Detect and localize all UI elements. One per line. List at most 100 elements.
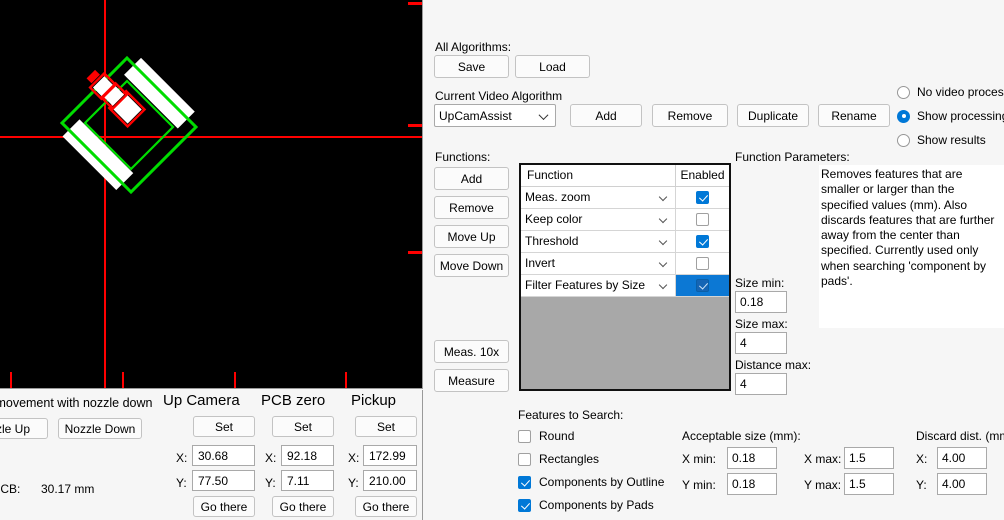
function-name-select[interactable]: Meas. zoom — [521, 187, 676, 208]
checkbox-round[interactable]: Round — [518, 429, 574, 443]
chevron-down-icon — [660, 194, 668, 202]
rename-algorithm-button[interactable]: Rename — [818, 104, 890, 127]
remove-function-button[interactable]: Remove — [434, 196, 509, 219]
add-algorithm-button[interactable]: Add — [570, 104, 642, 127]
up-camera-go-there-button[interactable]: Go there — [193, 496, 255, 517]
discard-x-field[interactable]: 4.00 — [937, 447, 987, 469]
radio-label: Show processing — [917, 109, 1004, 123]
x-min-label: X min: — [682, 452, 717, 466]
radio-show-processing[interactable]: Show processing — [897, 109, 1004, 123]
checkbox-rectangles[interactable]: Rectangles — [518, 452, 599, 466]
pcb-zero-set-button[interactable]: Set — [272, 416, 334, 437]
meas-10x-button[interactable]: Meas. 10x — [434, 340, 509, 363]
function-name-select[interactable]: Keep color — [521, 209, 676, 230]
radio-indicator — [897, 109, 910, 123]
remove-algorithm-button[interactable]: Remove — [652, 104, 728, 127]
pcb-zero-column-title: PCB zero — [261, 392, 326, 409]
up-camera-y-label: Y: — [176, 476, 187, 490]
size-min-field[interactable]: 0.18 — [735, 291, 787, 313]
function-name-select[interactable]: Invert — [521, 253, 676, 274]
table-row[interactable]: Keep color — [521, 209, 729, 231]
pcb-zero-x-field[interactable]: 92.18 — [281, 445, 334, 466]
radio-show-results[interactable]: Show results — [897, 133, 986, 147]
pickup-set-button[interactable]: Set — [355, 416, 417, 437]
functions-grid[interactable]: Function Enabled Meas. zoom Keep color T… — [519, 163, 731, 391]
function-enabled-cell[interactable] — [676, 209, 729, 230]
function-name-value: Threshold — [525, 234, 579, 248]
pickup-go-there-button[interactable]: Go there — [355, 496, 417, 517]
y-min-field[interactable]: 0.18 — [727, 473, 777, 495]
camera-panel — [0, 0, 423, 389]
up-camera-set-button[interactable]: Set — [193, 416, 255, 437]
measure-button[interactable]: Measure — [434, 369, 509, 392]
features-to-search-label: Features to Search: — [518, 408, 624, 422]
checkbox-label: Round — [539, 429, 575, 443]
ruler-tick-right — [408, 2, 422, 5]
table-row-selected[interactable]: Filter Features by Size — [521, 275, 729, 297]
discard-x-label: X: — [916, 452, 928, 466]
checkbox-components-by-outline[interactable]: Components by Outline — [518, 475, 664, 489]
add-function-button[interactable]: Add — [434, 167, 509, 190]
function-enabled-checkbox[interactable] — [696, 257, 709, 270]
table-row[interactable]: Meas. zoom — [521, 187, 729, 209]
current-video-algorithm-select[interactable]: UpCamAssist — [434, 104, 556, 127]
ruler-tick-right — [408, 251, 422, 254]
discard-dist-label: Discard dist. (mm): — [916, 429, 1004, 443]
up-camera-y-field[interactable]: 77.50 — [192, 470, 255, 491]
load-algorithms-button[interactable]: Load — [515, 55, 590, 78]
distance-max-field[interactable]: 4 — [735, 373, 787, 395]
checkbox-indicator — [518, 429, 531, 443]
nozzle-down-button[interactable]: Nozzle Down — [58, 418, 142, 439]
pickup-x-field[interactable]: 172.99 — [363, 445, 417, 466]
checkbox-indicator — [518, 498, 531, 512]
chevron-down-icon — [660, 282, 668, 290]
size-min-label: Size min: — [735, 276, 785, 290]
ruler-tick-bottom — [234, 372, 236, 388]
discard-y-field[interactable]: 4.00 — [937, 473, 987, 495]
column-header-enabled: Enabled — [680, 168, 725, 182]
function-name-value: Meas. zoom — [525, 190, 591, 204]
size-max-field[interactable]: 4 — [735, 332, 787, 354]
function-name-select[interactable]: Filter Features by Size — [521, 275, 676, 296]
ruler-tick-bottom — [10, 372, 12, 388]
function-name-value: Keep color — [525, 212, 583, 226]
function-enabled-checkbox[interactable] — [696, 235, 709, 248]
function-enabled-checkbox[interactable] — [696, 213, 709, 226]
function-enabled-cell[interactable] — [676, 253, 729, 274]
current-video-algorithm-value: UpCamAssist — [439, 108, 512, 123]
table-row[interactable]: Invert — [521, 253, 729, 275]
function-enabled-cell[interactable] — [676, 231, 729, 252]
function-name-value: Invert — [525, 256, 556, 270]
checkbox-components-by-pads[interactable]: Components by Pads — [518, 498, 654, 512]
detected-component-overlay — [59, 55, 199, 195]
pcb-zero-go-there-button[interactable]: Go there — [272, 496, 334, 517]
up-camera-live-view[interactable] — [0, 0, 422, 388]
pcb-zero-y-field[interactable]: 7.11 — [281, 470, 334, 491]
function-name-select[interactable]: Threshold — [521, 231, 676, 252]
function-enabled-cell[interactable] — [676, 275, 729, 296]
move-up-function-button[interactable]: Move Up — [434, 225, 509, 248]
function-name-value: Filter Features by Size — [525, 278, 646, 292]
x-max-field[interactable]: 1.5 — [844, 447, 894, 469]
pickup-x-label: X: — [348, 451, 360, 465]
size-max-label: Size max: — [735, 317, 788, 331]
nozzle-up-button[interactable]: zzle Up — [0, 418, 48, 439]
y-max-label: Y max: — [804, 478, 842, 492]
radio-no-video-processing[interactable]: No video processing — [897, 85, 1004, 99]
duplicate-algorithm-button[interactable]: Duplicate — [737, 104, 809, 127]
y-max-field[interactable]: 1.5 — [844, 473, 894, 495]
nozzle-movement-label: ow movement with nozzle down — [0, 396, 153, 410]
move-down-function-button[interactable]: Move Down — [434, 254, 509, 277]
function-enabled-cell[interactable] — [676, 187, 729, 208]
x-min-field[interactable]: 0.18 — [727, 447, 777, 469]
pickup-y-field[interactable]: 210.00 — [363, 470, 417, 491]
up-camera-x-field[interactable]: 30.68 — [192, 445, 255, 466]
ruler-tick-bottom — [122, 372, 124, 388]
function-enabled-checkbox[interactable] — [696, 279, 709, 292]
table-row[interactable]: Threshold — [521, 231, 729, 253]
chevron-down-icon — [660, 238, 668, 246]
save-algorithms-button[interactable]: Save — [434, 55, 509, 78]
function-enabled-checkbox[interactable] — [696, 191, 709, 204]
pcb-zero-x-label: X: — [265, 451, 277, 465]
to-pcb-label: to PCB: — [0, 482, 21, 496]
